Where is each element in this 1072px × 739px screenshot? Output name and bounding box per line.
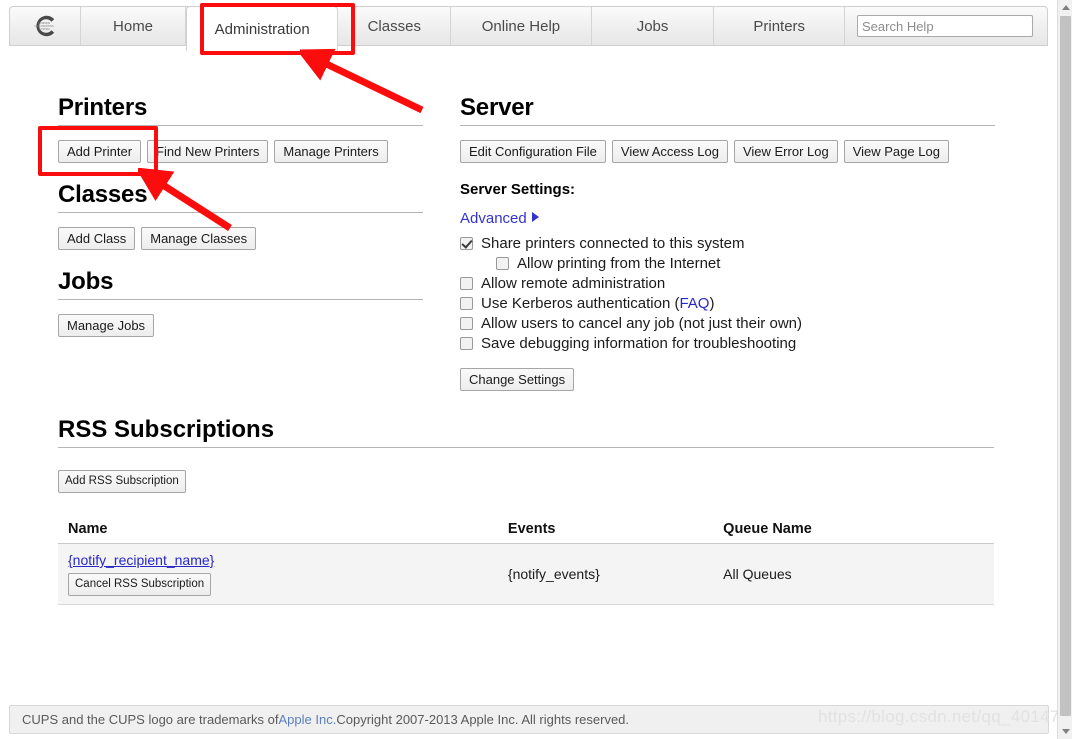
tab-administration-label: Administration <box>214 20 310 38</box>
tab-online-help-label: Online Help <box>481 17 561 35</box>
browser-page: COMMON UNIX PRINTING SYSTEM Home Adminis… <box>0 0 1072 739</box>
server-settings-list: Share printers connected to this system … <box>460 234 995 354</box>
main-nav-tabbar: COMMON UNIX PRINTING SYSTEM Home Adminis… <box>9 6 1048 51</box>
advanced-link-label: Advanced <box>460 210 527 227</box>
cancel-rss-subscription-button[interactable]: Cancel RSS Subscription <box>68 573 212 596</box>
view-error-log-button[interactable]: View Error Log <box>733 140 838 163</box>
allow-remote-admin-checkbox[interactable] <box>460 277 473 290</box>
rss-add-row: Add RSS Subscription <box>58 470 994 493</box>
setting-share-printers[interactable]: Share printers connected to this system <box>460 234 995 254</box>
use-kerberos-label: Use Kerberos authentication (FAQ) <box>481 294 714 314</box>
share-printers-label: Share printers connected to this system <box>481 235 745 252</box>
manage-classes-button[interactable]: Manage Classes <box>141 227 257 250</box>
tab-home-label: Home <box>113 17 154 35</box>
setting-allow-remote-admin[interactable]: Allow remote administration <box>460 274 995 294</box>
tab-classes[interactable]: Classes <box>338 7 452 45</box>
edit-configuration-file-button[interactable]: Edit Configuration File <box>460 140 606 163</box>
server-settings-label: Server Settings: <box>460 181 576 198</box>
rss-subscriptions-section: RSS Subscriptions Add RSS Subscription N… <box>58 416 994 605</box>
tab-administration[interactable]: Administration <box>186 6 339 51</box>
add-class-button[interactable]: Add Class <box>58 227 136 250</box>
change-settings-row: Change Settings <box>460 368 995 391</box>
add-rss-subscription-button[interactable]: Add RSS Subscription <box>58 470 186 493</box>
left-column: Printers Add Printer Find New Printers M… <box>58 94 423 355</box>
column-header-events: Events <box>497 521 714 544</box>
printers-heading: Printers <box>58 94 148 121</box>
find-new-printers-button[interactable]: Find New Printers <box>147 140 269 163</box>
table-header-row: Name Events Queue Name <box>58 521 994 544</box>
allow-cancel-any-job-checkbox[interactable] <box>460 317 473 330</box>
rss-rule <box>58 447 994 448</box>
allow-internet-printing-checkbox[interactable] <box>496 257 509 270</box>
tab-classes-label: Classes <box>367 17 421 35</box>
change-settings-button[interactable]: Change Settings <box>460 368 575 391</box>
save-debug-info-label: Save debugging information for troublesh… <box>481 335 797 352</box>
share-printers-checkbox[interactable] <box>460 237 473 250</box>
printers-button-row: Add Printer Find New Printers Manage Pri… <box>58 140 423 163</box>
classes-button-row: Add Class Manage Classes <box>58 227 423 250</box>
footer-text-before: CUPS and the CUPS logo are trademarks of <box>22 712 279 727</box>
right-column: Server Edit Configuration File View Acce… <box>460 94 995 391</box>
setting-allow-cancel-any-job[interactable]: Allow users to cancel any job (not just … <box>460 314 995 334</box>
page-viewport: COMMON UNIX PRINTING SYSTEM Home Adminis… <box>0 0 1057 739</box>
cups-logo-icon: COMMON UNIX PRINTING SYSTEM <box>32 13 58 39</box>
scrollbar-thumb[interactable] <box>1060 16 1071 716</box>
allow-cancel-any-job-label: Allow users to cancel any job (not just … <box>481 315 802 332</box>
classes-rule <box>58 212 423 213</box>
tab-jobs[interactable]: Jobs <box>592 7 715 45</box>
setting-allow-internet-printing[interactable]: Allow printing from the Internet <box>460 254 995 274</box>
tab-printers-label: Printers <box>753 17 806 35</box>
use-kerberos-checkbox[interactable] <box>460 297 473 310</box>
tab-online-help[interactable]: Online Help <box>451 7 592 45</box>
svg-text:SYSTEM: SYSTEM <box>39 27 50 31</box>
table-row: {notify_recipient_name} Cancel RSS Subsc… <box>58 543 994 605</box>
notify-recipient-name-link[interactable]: {notify_recipient_name} <box>68 552 214 568</box>
server-rule <box>460 125 995 126</box>
faq-link[interactable]: FAQ <box>679 295 709 312</box>
cups-logo-tab[interactable]: COMMON UNIX PRINTING SYSTEM <box>10 7 82 45</box>
manage-jobs-button[interactable]: Manage Jobs <box>58 314 155 337</box>
tab-jobs-label: Jobs <box>636 17 669 35</box>
jobs-heading: Jobs <box>58 268 114 295</box>
scroll-down-arrow-icon[interactable] <box>1058 724 1072 739</box>
allow-internet-printing-label: Allow printing from the Internet <box>517 255 721 272</box>
view-page-log-button[interactable]: View Page Log <box>843 140 949 163</box>
footer-text-after: Copyright 2007-2013 Apple Inc. All right… <box>336 712 630 727</box>
tab-home[interactable]: Home <box>81 7 187 45</box>
search-input[interactable] <box>857 15 1034 37</box>
search-cell <box>845 7 1047 45</box>
advanced-link[interactable]: Advanced <box>460 210 539 227</box>
page-footer: CUPS and the CUPS logo are trademarks of… <box>9 705 1049 734</box>
cell-name: {notify_recipient_name} Cancel RSS Subsc… <box>58 543 498 605</box>
rss-table: Name Events Queue Name {notify_recipient… <box>58 521 994 605</box>
classes-heading: Classes <box>58 181 148 208</box>
rss-heading: RSS Subscriptions <box>58 416 275 443</box>
scroll-up-arrow-icon[interactable] <box>1058 0 1072 15</box>
allow-remote-admin-label: Allow remote administration <box>481 275 666 292</box>
add-printer-button[interactable]: Add Printer <box>58 140 142 163</box>
server-heading: Server <box>460 94 534 121</box>
server-button-row: Edit Configuration File View Access Log … <box>460 140 995 163</box>
apple-inc-link[interactable]: Apple Inc. <box>279 712 337 727</box>
setting-save-debug-info[interactable]: Save debugging information for troublesh… <box>460 334 995 354</box>
setting-use-kerberos[interactable]: Use Kerberos authentication (FAQ) <box>460 294 995 314</box>
column-header-name: Name <box>58 521 498 544</box>
column-header-queue-name: Queue Name <box>713 521 994 544</box>
cell-events: {notify_events} <box>497 543 714 605</box>
printers-rule <box>58 125 423 126</box>
cell-queue-name: All Queues <box>713 543 994 605</box>
jobs-button-row: Manage Jobs <box>58 314 423 337</box>
manage-printers-button[interactable]: Manage Printers <box>274 140 388 163</box>
chevron-right-icon <box>531 212 539 222</box>
view-access-log-button[interactable]: View Access Log <box>611 140 728 163</box>
save-debug-info-checkbox[interactable] <box>460 337 473 350</box>
use-kerberos-text: Use Kerberos authentication ( <box>481 295 680 312</box>
jobs-rule <box>58 299 423 300</box>
vertical-scrollbar[interactable] <box>1057 0 1072 739</box>
tab-printers[interactable]: Printers <box>714 7 846 45</box>
use-kerberos-suffix: ) <box>709 295 715 312</box>
